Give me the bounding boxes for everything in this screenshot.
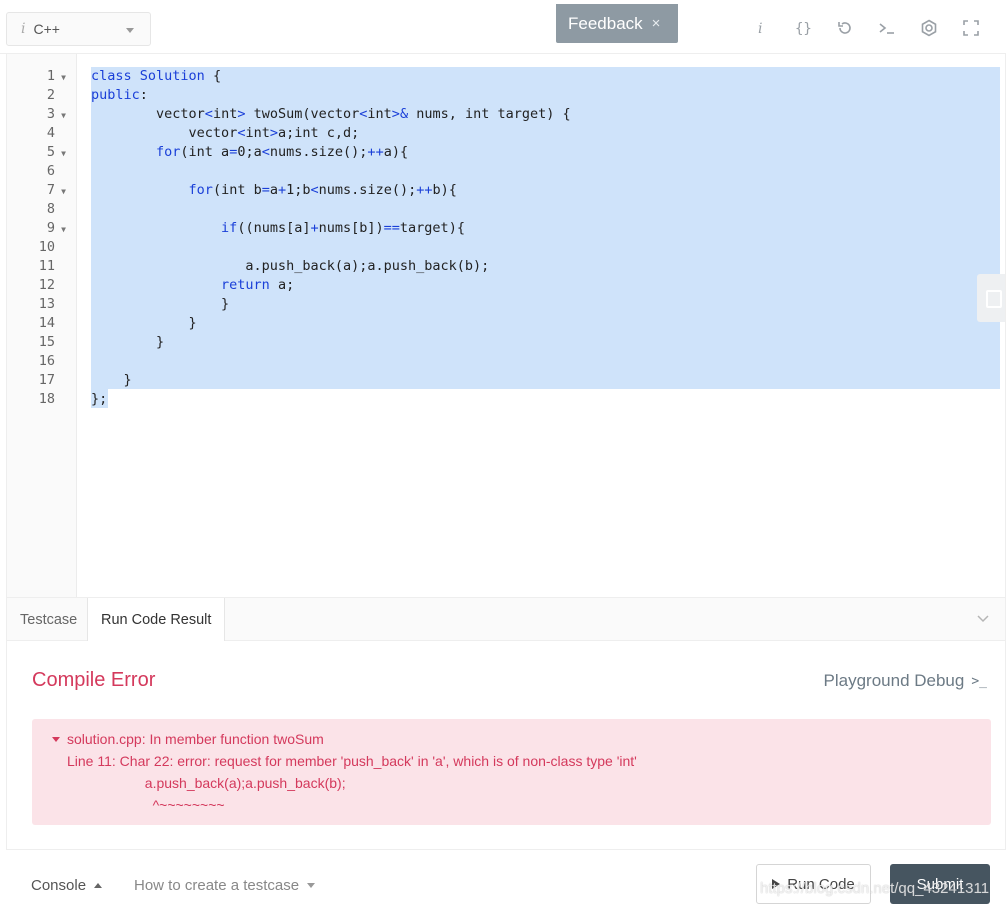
fold-arrow-icon[interactable]: ▼: [61, 220, 66, 239]
editor-tool-icons: i {}: [740, 17, 992, 39]
line-number: 8: [7, 200, 77, 219]
line-number-text: 8: [46, 201, 55, 217]
svg-text:i: i: [758, 21, 762, 36]
line-number-text: 18: [38, 391, 55, 407]
run-result-panel: Compile Error Playground Debug >_ soluti…: [6, 641, 1006, 850]
line-number: 12: [7, 276, 77, 295]
how-to-label: How to create a testcase: [134, 877, 300, 894]
copy-icon[interactable]: [977, 274, 1005, 322]
code-line[interactable]: }: [91, 295, 229, 314]
line-number: 4: [7, 124, 77, 143]
code-line[interactable]: vector<int> twoSum(vector<int>& nums, in…: [91, 105, 571, 124]
line-number: 16: [7, 352, 77, 371]
error-line-4: ^~~~~~~~~: [67, 797, 225, 813]
fold-arrow-icon[interactable]: ▼: [61, 68, 66, 87]
error-line-3: a.push_back(a);a.push_back(b);: [67, 775, 346, 791]
line-number-text: 10: [38, 239, 55, 255]
console-icon[interactable]: [866, 17, 908, 39]
how-to-testcase-link[interactable]: How to create a testcase: [134, 877, 316, 894]
tab-testcase[interactable]: Testcase: [7, 598, 90, 642]
tab-run-code-result[interactable]: Run Code Result: [87, 598, 226, 642]
console-label: Console: [31, 877, 87, 894]
line-number: 6: [7, 162, 77, 181]
feedback-label: Feedback: [568, 13, 643, 33]
line-number-text: 2: [46, 87, 55, 103]
result-status-title: Compile Error: [32, 669, 156, 691]
line-number: 1 ▼: [7, 67, 77, 86]
code-line[interactable]: public:: [91, 86, 148, 105]
line-number: 11: [7, 257, 77, 276]
code-line[interactable]: if((nums[a]+nums[b])==target){: [91, 219, 465, 238]
code-line[interactable]: a.push_back(a);a.push_back(b);: [91, 257, 489, 276]
line-number-text: 3: [46, 106, 55, 122]
line-number-text: 15: [38, 334, 55, 350]
code-line[interactable]: return a;: [91, 276, 294, 295]
close-icon[interactable]: ×: [652, 15, 661, 32]
chevron-down-icon: [307, 883, 316, 888]
line-number: 10: [7, 238, 77, 257]
fold-arrow-icon[interactable]: ▼: [61, 182, 66, 201]
fullscreen-icon[interactable]: [950, 17, 992, 39]
line-number: 3 ▼: [7, 105, 77, 124]
language-info-icon: i: [21, 21, 26, 37]
fold-arrow-icon[interactable]: ▼: [61, 144, 66, 163]
result-tabs: Testcase Run Code Result: [6, 597, 1006, 642]
error-line-2: Line 11: Char 22: error: request for mem…: [67, 753, 637, 769]
feedback-button[interactable]: Feedback ×: [556, 4, 678, 43]
line-number-text: 12: [38, 277, 55, 293]
line-number-text: 5: [46, 144, 55, 160]
error-message-box: solution.cpp: In member function twoSum …: [32, 719, 991, 825]
console-toggle[interactable]: Console: [31, 877, 103, 894]
line-number: 17: [7, 371, 77, 390]
collapse-chevron-icon[interactable]: [977, 612, 989, 624]
playground-debug-link[interactable]: Playground Debug >_: [824, 671, 987, 691]
code-line[interactable]: }: [91, 314, 197, 333]
code-line[interactable]: vector<int>a;int c,d;: [91, 124, 360, 143]
line-number: 14: [7, 314, 77, 333]
line-number-text: 4: [46, 125, 55, 141]
code-line[interactable]: for(int a=0;a<nums.size();++a){: [91, 143, 408, 162]
line-number-text: 17: [38, 372, 55, 388]
editor-footer: Console How to create a testcase Run Cod…: [0, 850, 1006, 910]
language-label: C++: [33, 21, 60, 37]
code-line[interactable]: class Solution {: [91, 67, 221, 86]
info-icon[interactable]: i: [740, 17, 782, 39]
code-line[interactable]: for(int b=a+1;b<nums.size();++b){: [91, 181, 457, 200]
line-number: 2: [7, 86, 77, 105]
terminal-icon: >_: [971, 673, 987, 689]
line-number: 9 ▼: [7, 219, 77, 238]
code-line[interactable]: };: [91, 390, 107, 409]
line-number-text: 7: [46, 182, 55, 198]
chevron-down-icon: [126, 28, 134, 33]
line-number: 7 ▼: [7, 181, 77, 200]
fold-arrow-icon[interactable]: ▼: [61, 106, 66, 125]
editor-toolbar: i C++ Feedback × i {}: [0, 0, 1006, 54]
line-number-text: 6: [46, 163, 55, 179]
line-number: 18: [7, 390, 77, 409]
line-number: 13: [7, 295, 77, 314]
line-number-text: 11: [38, 258, 55, 274]
code-line[interactable]: }: [91, 371, 132, 390]
svg-text:{}: {}: [795, 21, 812, 36]
watermark-text: https://blog.csdn.net/qq_43241311: [760, 880, 990, 897]
line-number: 15: [7, 333, 77, 352]
line-number-gutter: 1 ▼ 2 3 ▼ 4 5 ▼ 6 7 ▼ 8 9 ▼ 10 11 12 13 14 15 16 17 18: [7, 54, 77, 597]
line-number: 5 ▼: [7, 143, 77, 162]
collapse-caret-icon[interactable]: [52, 737, 60, 742]
line-number-text: 9: [46, 220, 55, 236]
code-area[interactable]: class Solution {public: vector<int> twoS…: [78, 54, 1005, 597]
playground-debug-label: Playground Debug: [823, 671, 965, 690]
reset-icon[interactable]: [824, 17, 866, 39]
settings-icon[interactable]: [908, 17, 950, 39]
chevron-up-icon: [94, 883, 103, 888]
line-number-text: 1: [46, 68, 55, 84]
error-line-1: solution.cpp: In member function twoSum: [67, 731, 324, 747]
code-line[interactable]: }: [91, 333, 164, 352]
line-number-text: 14: [38, 315, 55, 331]
code-editor[interactable]: 1 ▼ 2 3 ▼ 4 5 ▼ 6 7 ▼ 8 9 ▼ 10 11 12 13 14 15 16 17 18 class S…: [6, 54, 1006, 597]
braces-icon[interactable]: {}: [782, 17, 824, 39]
language-select[interactable]: i C++: [6, 12, 151, 46]
line-number-text: 16: [38, 353, 55, 369]
line-number-text: 13: [38, 296, 55, 312]
